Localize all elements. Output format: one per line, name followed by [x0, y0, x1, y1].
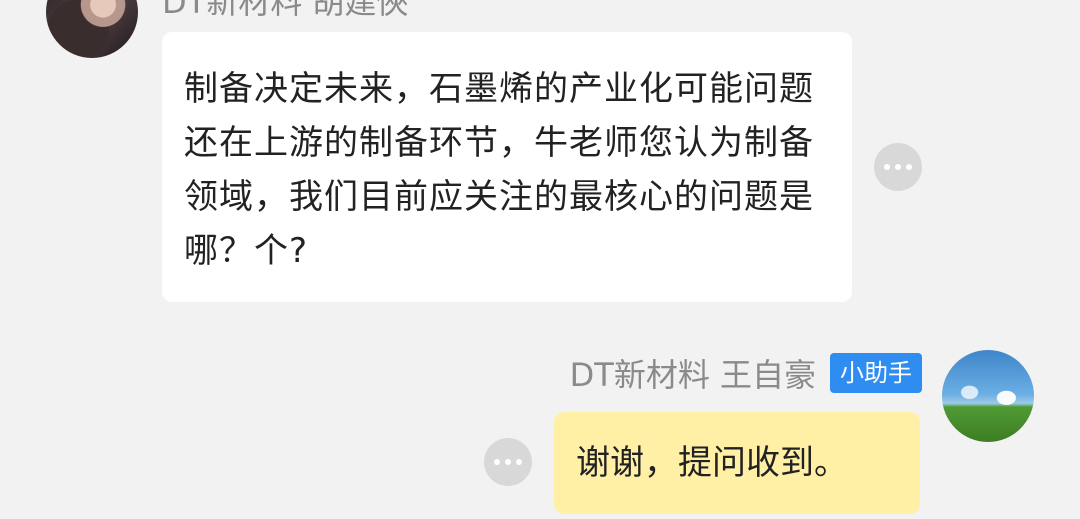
incoming-message-bubble[interactable]: 制备决定未来，石墨烯的产业化可能问题还在上游的制备环节，牛老师您认为制备领域，我…	[162, 32, 852, 302]
more-options-icon[interactable]	[874, 143, 922, 191]
assistant-badge: 小助手	[830, 352, 922, 394]
dot	[516, 459, 522, 465]
message-text: 谢谢，提问收到。	[576, 443, 848, 483]
outgoing-message-bubble[interactable]: 谢谢，提问收到。	[554, 412, 920, 514]
dot	[906, 164, 912, 170]
message-text: 制备决定未来，石墨烯的产业化可能问题还在上游的制备环节，牛老师您认为制备领域，我…	[184, 69, 814, 271]
more-options-icon[interactable]	[484, 438, 532, 486]
assistant-avatar[interactable]	[942, 350, 1034, 442]
dot	[884, 164, 890, 170]
sender-name: DT新材料 王自豪	[569, 356, 816, 394]
sender-avatar[interactable]	[46, 0, 138, 58]
dot	[505, 459, 511, 465]
chat-view: DT新材料 胡建俠 制备决定未来，石墨烯的产业化可能问题还在上游的制备环节，牛老…	[0, 0, 1080, 519]
sender-row: DT新材料 王自豪 小助手	[570, 350, 922, 396]
dot	[494, 459, 500, 465]
dot	[895, 164, 901, 170]
sender-name: DT新材料 胡建俠	[162, 0, 409, 21]
